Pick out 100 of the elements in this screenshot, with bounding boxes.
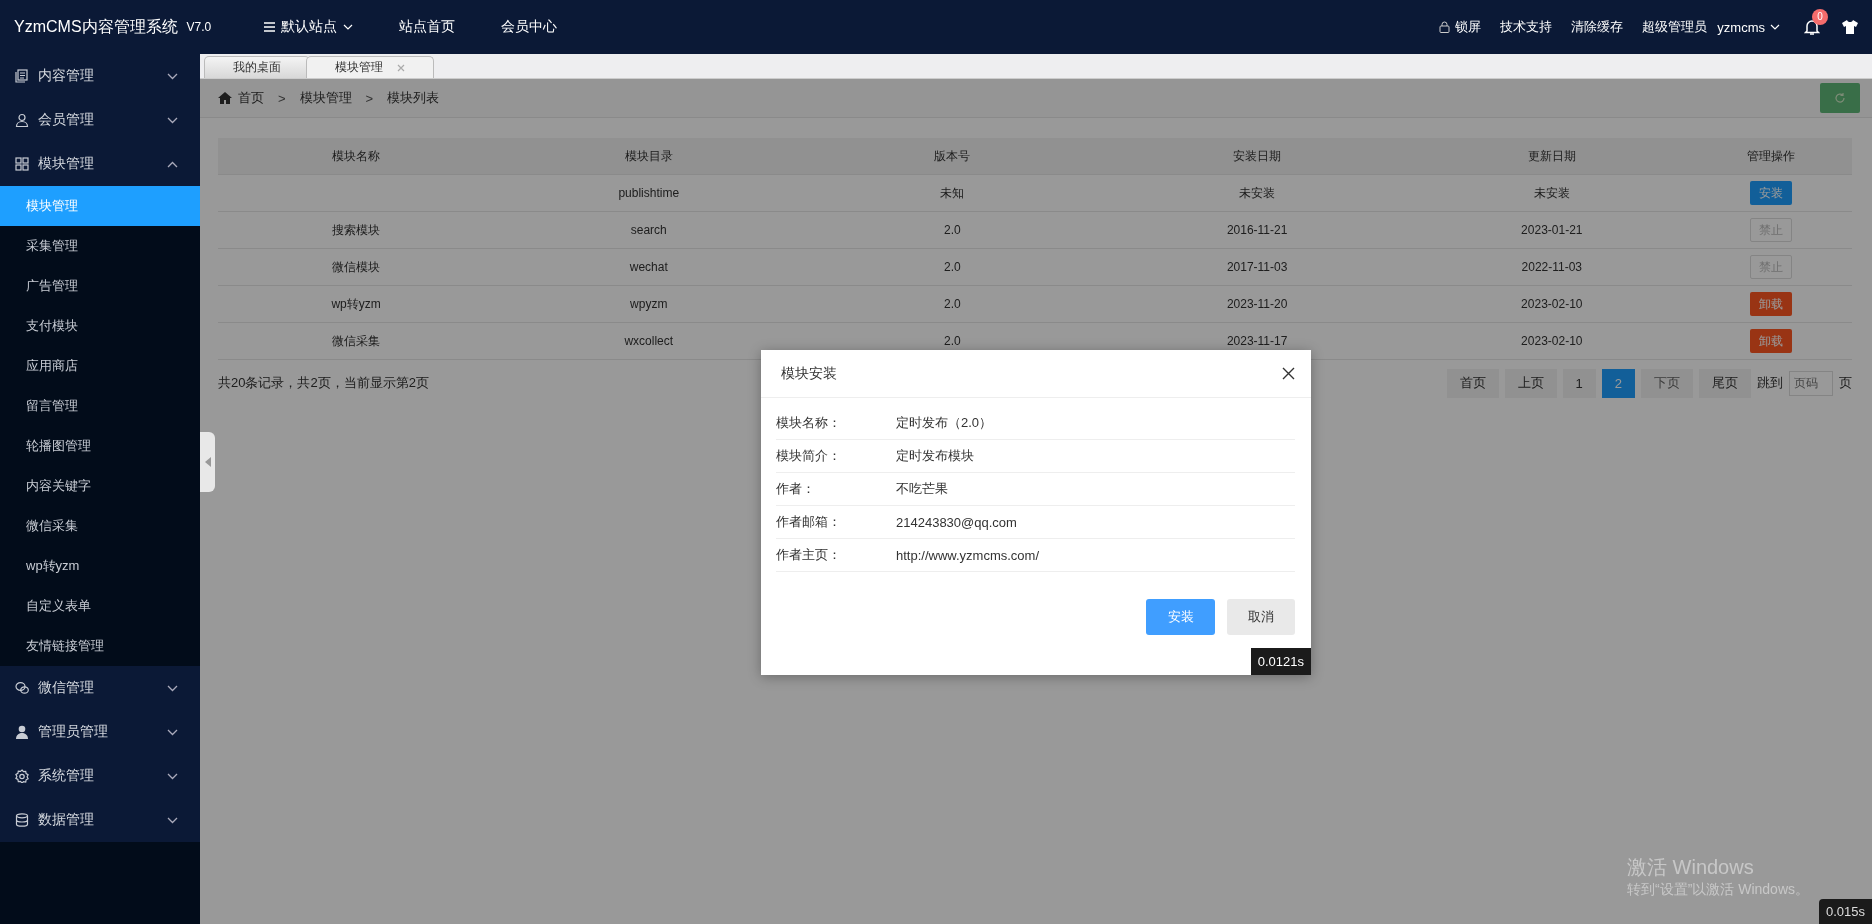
tab[interactable]: 模块管理 — [306, 56, 434, 78]
table-cell-text: 2022-11-03 — [1520, 260, 1584, 274]
sidebar-item[interactable]: wp转yzm — [0, 546, 200, 586]
table-cell-text: 2017-11-03 — [1225, 260, 1289, 274]
shirt-icon[interactable] — [1842, 20, 1858, 34]
breadcrumb-link[interactable]: 首页 — [238, 89, 264, 107]
user-menu[interactable]: yzmcms — [1717, 19, 1780, 35]
table-cell-text: 未安装 — [1238, 184, 1277, 202]
page-button[interactable]: 首页 — [1446, 368, 1499, 398]
chevron-down-icon — [167, 116, 178, 124]
page-button[interactable]: 尾页 — [1699, 368, 1751, 398]
nav-link[interactable]: 会员中心 — [501, 18, 558, 36]
app-title: YzmCMS内容管理系统 — [14, 16, 178, 37]
table-cell-text: 2.0 — [943, 297, 962, 311]
sidebar-item[interactable]: 友情链接管理 — [0, 626, 200, 666]
home-icon — [218, 92, 232, 104]
page-button[interactable]: 1 — [1562, 368, 1596, 398]
sidebar-item[interactable]: 支付模块 — [0, 306, 200, 346]
close-icon[interactable] — [1282, 367, 1295, 380]
gear-icon — [15, 769, 29, 783]
column-header: 更新日期 — [1526, 147, 1577, 165]
header-link[interactable]: 技术支持 — [1500, 18, 1553, 36]
sidebar-group[interactable]: 内容管理 — [0, 54, 200, 98]
table-cell-text: wp转yzm — [330, 295, 382, 313]
breadcrumb-link[interactable]: 模块管理 — [299, 89, 352, 107]
collapse-handle[interactable] — [200, 432, 215, 492]
table-cell-text: 微信采集 — [331, 332, 382, 350]
version-label: V7.0 — [186, 20, 212, 34]
table-cell-text: 2.0 — [943, 223, 962, 237]
field-label: 作者： — [776, 480, 816, 498]
timing-badge: 0.015s — [1818, 899, 1872, 924]
field-label: 作者邮箱： — [776, 513, 842, 531]
user-icon — [15, 113, 29, 127]
database-icon — [15, 813, 29, 827]
sidebar-item[interactable]: 微信采集 — [0, 506, 200, 546]
breadcrumb-link[interactable]: 模块列表 — [387, 89, 440, 107]
field-label: 模块简介： — [776, 447, 842, 465]
page-suffix: 页 — [1839, 374, 1852, 392]
jump-label: 跳到 — [1757, 374, 1783, 392]
table-cell-text: 未知 — [939, 184, 966, 202]
field-value: http://www.yzmcms.com/ — [896, 547, 1040, 563]
site-menu[interactable]: 默认站点 — [264, 18, 354, 36]
chevron-down-icon — [343, 24, 354, 30]
notification-badge: 0 — [1812, 8, 1828, 25]
chevron-down-icon — [167, 728, 178, 736]
table-cell-text: search — [629, 223, 668, 237]
field-label: 作者主页： — [776, 546, 842, 564]
table-cell-text: 2023-01-21 — [1520, 223, 1584, 237]
sidebar-item[interactable]: 采集管理 — [0, 226, 200, 266]
page-button[interactable]: 上页 — [1504, 368, 1557, 398]
breadcrumb-separator: > — [278, 90, 286, 106]
sidebar-item[interactable]: 自定义表单 — [0, 586, 200, 626]
lock-icon — [1439, 21, 1451, 33]
column-header: 模块目录 — [623, 147, 674, 165]
sidebar-group[interactable]: 系统管理 — [0, 754, 200, 798]
bell-icon[interactable] — [1804, 18, 1820, 36]
sidebar-item[interactable]: 应用商店 — [0, 346, 200, 386]
nav-link[interactable]: 站点首页 — [399, 18, 456, 36]
table-cell-text: wechat — [628, 260, 669, 274]
caret-left-icon — [204, 457, 211, 467]
header-link[interactable]: 清除缓存 — [1571, 18, 1624, 36]
sidebar-group[interactable]: 会员管理 — [0, 98, 200, 142]
sidebar-item[interactable]: 广告管理 — [0, 266, 200, 306]
sidebar-item[interactable]: 轮播图管理 — [0, 426, 200, 466]
person-icon — [15, 725, 29, 739]
field-value: 定时发布（2.0） — [896, 414, 993, 432]
lock-screen-link[interactable]: 锁屏 — [1439, 18, 1482, 36]
table-cell-text: 2023-02-10 — [1520, 334, 1584, 348]
table-cell-text: wpyzm — [629, 297, 669, 311]
menu-icon — [264, 22, 276, 32]
field-label: 模块名称： — [776, 414, 842, 432]
sidebar-item[interactable]: 内容关键字 — [0, 466, 200, 506]
dialog-button[interactable]: 取消 — [1227, 599, 1295, 635]
timing-badge: 0.0121s — [1250, 648, 1311, 675]
chevron-down-icon — [167, 684, 178, 692]
table-cell-text: 微信模块 — [331, 258, 382, 276]
chevron-down-icon — [167, 816, 178, 824]
field-value: 不吃芒果 — [896, 480, 948, 498]
header-link[interactable]: 超级管理员 — [1642, 18, 1708, 36]
page-number-field[interactable]: 页码 — [1789, 370, 1833, 396]
table-cell-text: 搜索模块 — [331, 221, 382, 239]
breadcrumb-separator: > — [365, 90, 374, 106]
chat-icon — [15, 681, 29, 695]
table-cell-text: 2.0 — [943, 334, 962, 348]
grid-icon — [15, 157, 29, 171]
field-value: 定时发布模块 — [896, 447, 974, 465]
column-header: 版本号 — [933, 147, 972, 165]
chevron-up-icon — [167, 160, 178, 168]
sidebar-group[interactable]: 管理员管理 — [0, 710, 200, 754]
column-header: 管理操作 — [1746, 147, 1797, 165]
sidebar-item[interactable]: 留言管理 — [0, 386, 200, 426]
table-cell-text: 未安装 — [1532, 184, 1571, 202]
dialog-title: 模块安装 — [781, 364, 837, 383]
refresh-icon — [1834, 92, 1846, 104]
sidebar-group[interactable]: 数据管理 — [0, 798, 200, 842]
sidebar-group[interactable]: 模块管理 — [0, 142, 200, 186]
table-cell-text: 2023-02-10 — [1520, 297, 1584, 311]
table-cell-text: publishtime — [617, 186, 681, 200]
sidebar-group[interactable]: 微信管理 — [0, 666, 200, 710]
column-header: 模块名称 — [331, 147, 382, 165]
